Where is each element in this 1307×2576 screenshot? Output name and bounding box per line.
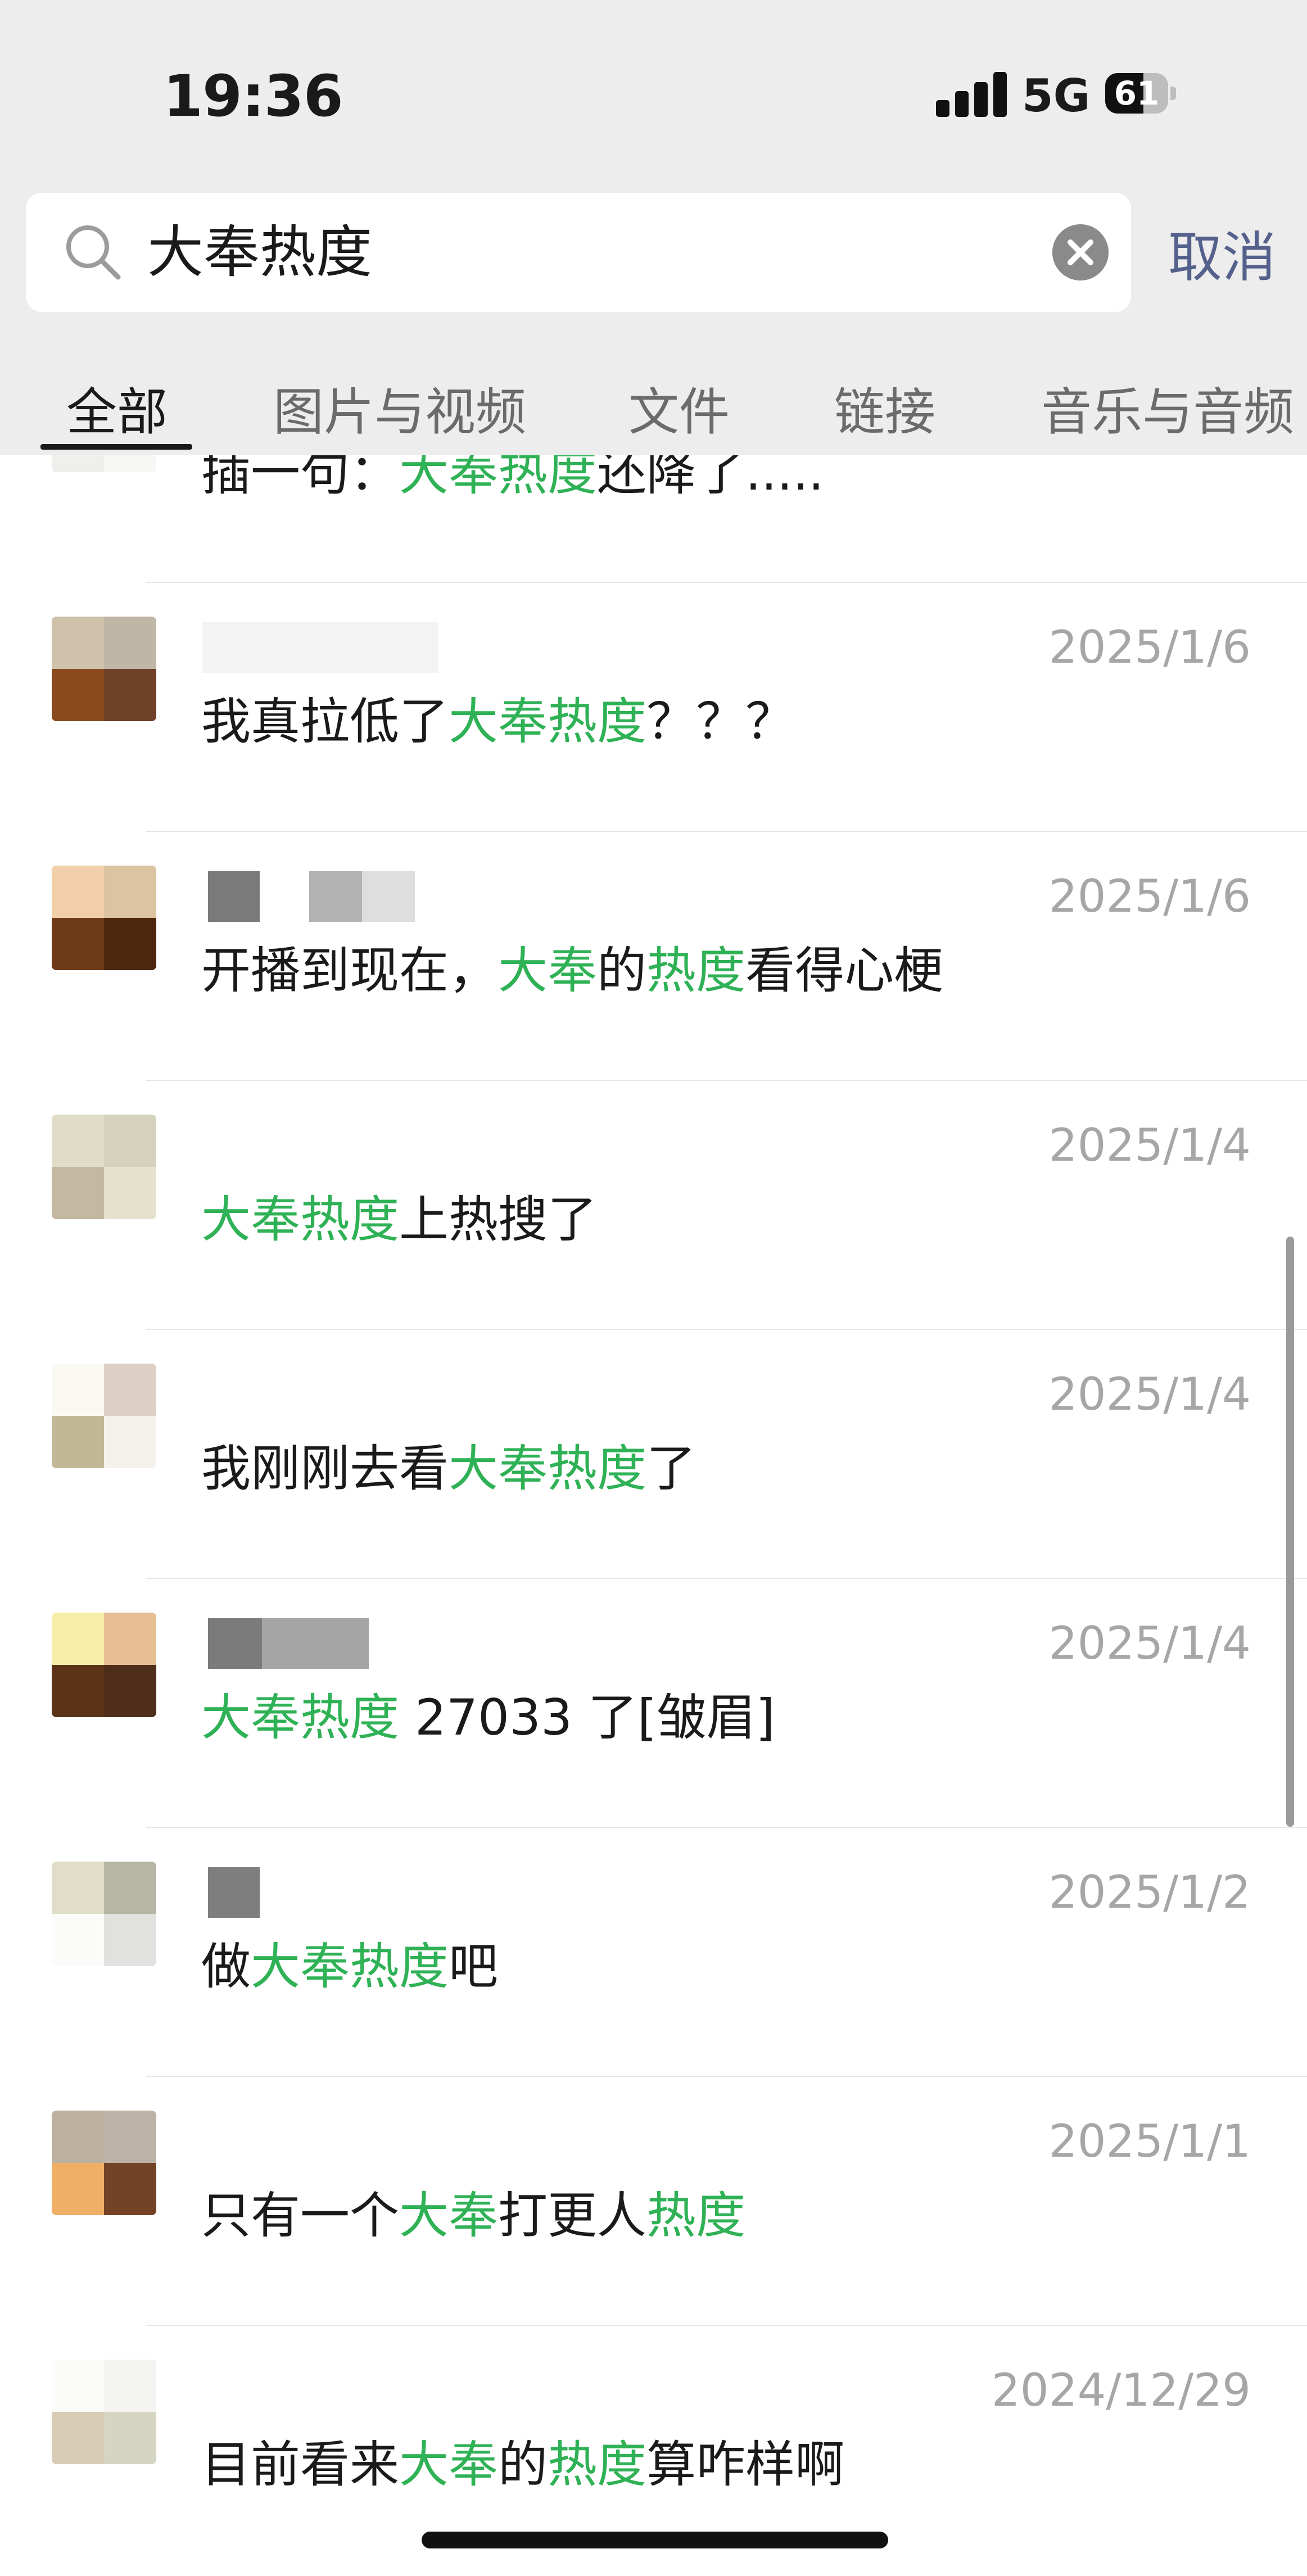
list-item[interactable]: 插一句：大奉热度还降了..... xyxy=(0,455,1307,583)
message-text: 我真拉低了大奉热度？？？ xyxy=(201,692,795,750)
search-icon xyxy=(66,225,121,280)
filter-tabs: 全部 图片与视频 文件 链接 音乐与音频 xyxy=(0,360,1307,455)
message-date: 2025/1/1 xyxy=(1048,2115,1251,2167)
battery-icon: 61 xyxy=(1105,73,1176,114)
message-text: 大奉热度上热搜了 xyxy=(201,1190,598,1248)
scrollbar[interactable] xyxy=(1286,1237,1294,1827)
tab-links[interactable]: 链接 xyxy=(834,371,935,444)
cellular-signal-icon xyxy=(936,72,1008,117)
cancel-button[interactable]: 取消 xyxy=(1168,214,1276,292)
home-indicator[interactable] xyxy=(422,2532,888,2548)
avatar xyxy=(52,2111,156,2215)
message-text: 插一句：大奉热度还降了..... xyxy=(201,455,824,501)
message-date: 2025/1/6 xyxy=(1048,870,1251,922)
message-text: 我刚刚去看大奉热度了 xyxy=(201,1439,697,1497)
message-date: 2025/1/2 xyxy=(1048,1866,1251,1918)
avatar xyxy=(52,1364,156,1468)
message-text: 开播到现在，大奉的热度看得心梗 xyxy=(201,941,944,999)
list-item[interactable]: 2025/1/1 只有一个大奉打更人热度 xyxy=(0,2077,1307,2326)
message-text: 大奉热度 27033 了[皱眉] xyxy=(201,1688,775,1746)
list-item[interactable]: 2025/1/4 大奉热度 27033 了[皱眉] xyxy=(0,1579,1307,1828)
status-time: 19:36 xyxy=(163,63,343,130)
avatar xyxy=(52,866,156,970)
list-item[interactable]: 2025/1/6 开播到现在，大奉的热度看得心梗 xyxy=(0,832,1307,1081)
avatar xyxy=(52,1862,156,1966)
list-item[interactable]: 2025/1/4 大奉热度上热搜了 xyxy=(0,1081,1307,1330)
avatar xyxy=(52,1613,156,1717)
message-text: 只有一个大奉打更人热度 xyxy=(201,2186,746,2244)
active-tab-indicator xyxy=(40,444,192,450)
avatar xyxy=(52,2360,156,2464)
search-bar[interactable] xyxy=(26,193,1131,312)
tab-files[interactable]: 文件 xyxy=(628,371,730,444)
tab-images-videos[interactable]: 图片与视频 xyxy=(273,371,526,444)
avatar xyxy=(52,455,156,472)
message-text: 目前看来大奉的热度算咋样啊 xyxy=(201,2435,845,2493)
avatar xyxy=(52,617,156,721)
avatar xyxy=(52,1115,156,1219)
message-date: 2024/12/29 xyxy=(991,2364,1251,2416)
network-type: 5G xyxy=(1022,70,1091,122)
message-text: 做大奉热度吧 xyxy=(201,1937,499,1995)
message-date: 2025/1/4 xyxy=(1048,1368,1251,1420)
list-item[interactable]: 2025/1/2 做大奉热度吧 xyxy=(0,1828,1307,2077)
list-item[interactable]: 2025/1/6 我真拉低了大奉热度？？？ xyxy=(0,583,1307,832)
search-input[interactable] xyxy=(147,193,1047,312)
message-date: 2025/1/4 xyxy=(1048,1617,1251,1669)
tab-all[interactable]: 全部 xyxy=(66,371,168,444)
battery-level: 61 xyxy=(1114,74,1160,112)
list-item[interactable]: 2025/1/4 我刚刚去看大奉热度了 xyxy=(0,1330,1307,1579)
message-date: 2025/1/4 xyxy=(1048,1119,1251,1171)
search-results-list[interactable]: 插一句：大奉热度还降了..... 2025/1/6 我真拉低了大奉热度？？？ 2… xyxy=(0,455,1307,2576)
clear-search-icon[interactable] xyxy=(1052,224,1109,280)
tab-music-audio[interactable]: 音乐与音频 xyxy=(1041,371,1294,444)
top-bar: 19:36 5G 61 取消 全部 图片与视频 文件 链接 音乐与音频 xyxy=(0,0,1307,455)
message-date: 2025/1/6 xyxy=(1048,621,1251,673)
